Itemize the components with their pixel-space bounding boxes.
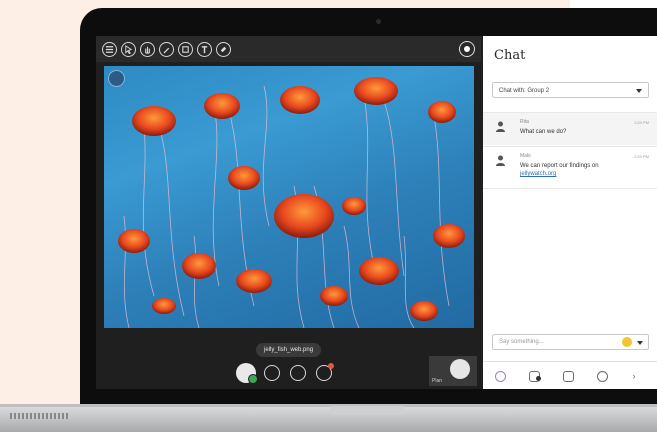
message-text: We can report our findings on jellywatch… xyxy=(520,162,630,178)
participants-icon[interactable] xyxy=(316,363,334,381)
chat-icon xyxy=(494,370,506,382)
message-input[interactable]: Say something... xyxy=(492,334,649,350)
record-icon[interactable] xyxy=(459,41,475,57)
chevron-down-icon[interactable] xyxy=(637,341,643,345)
user-avatar[interactable] xyxy=(236,363,258,384)
shape-icon[interactable] xyxy=(178,41,193,57)
media-controls xyxy=(236,362,342,384)
microphone-icon[interactable] xyxy=(264,365,280,381)
laptop-foot xyxy=(10,413,70,419)
online-status-icon xyxy=(248,374,258,384)
shared-image xyxy=(104,66,474,328)
menu-icon[interactable] xyxy=(102,41,117,57)
settings-tab[interactable] xyxy=(585,362,619,389)
screen-share-icon[interactable] xyxy=(290,365,306,381)
pointer-icon[interactable] xyxy=(121,41,136,57)
panel-nav: › xyxy=(483,361,657,389)
hand-icon[interactable] xyxy=(140,41,155,57)
message-author: Rita xyxy=(520,119,529,125)
message-link[interactable]: jellywatch.org xyxy=(520,171,556,177)
message-input-placeholder: Say something... xyxy=(499,339,544,345)
notification-badge xyxy=(328,363,334,369)
whiteboard-toolbar xyxy=(96,36,481,62)
app-window: jelly_fish_web.png Plan Chat Chat with: … xyxy=(96,36,657,389)
user-icon xyxy=(496,155,505,166)
laptop-notch xyxy=(330,406,404,415)
self-view-label: Plan xyxy=(432,378,443,384)
jellyfish-image xyxy=(118,77,465,328)
message-text: What can we do? xyxy=(520,129,567,135)
attendees-tab[interactable] xyxy=(517,362,551,389)
image-filename: jelly_fish_web.png xyxy=(256,343,322,357)
attendees-badge xyxy=(536,376,541,381)
chevron-down-icon xyxy=(636,89,642,93)
share-tab[interactable] xyxy=(551,362,585,389)
chat-message: Maki 1:20 PM We can report our findings … xyxy=(483,146,657,188)
share-icon xyxy=(562,370,574,382)
self-avatar xyxy=(450,359,470,379)
chat-with-value: Chat with: Group 2 xyxy=(499,88,550,94)
chat-title: Chat xyxy=(494,48,526,63)
message-time: 1:20 PM xyxy=(634,154,649,159)
pen-icon[interactable] xyxy=(159,41,174,57)
image-menu-icon[interactable] xyxy=(108,70,125,87)
text-icon[interactable] xyxy=(197,41,212,57)
self-view-tile[interactable]: Plan xyxy=(429,356,477,386)
eraser-icon[interactable] xyxy=(216,41,231,57)
chat-message: Rita 1:20 PM What can we do? xyxy=(483,112,657,145)
message-author: Maki xyxy=(520,153,531,159)
emoji-icon[interactable] xyxy=(622,337,632,347)
chat-with-select[interactable]: Chat with: Group 2 xyxy=(492,82,649,98)
expand-panel-button[interactable]: › xyxy=(619,362,649,389)
laptop-base xyxy=(0,407,657,432)
webcam xyxy=(376,19,381,24)
chevron-right-icon: › xyxy=(632,371,636,381)
settings-icon xyxy=(596,370,608,382)
divider xyxy=(483,188,657,189)
message-body: We can report our findings on xyxy=(520,163,599,169)
user-icon xyxy=(496,121,505,132)
chat-panel: Chat Chat with: Group 2 Rita 1:20 PM Wha… xyxy=(483,36,657,389)
message-time: 1:20 PM xyxy=(634,120,649,125)
chat-tab[interactable] xyxy=(483,362,517,389)
